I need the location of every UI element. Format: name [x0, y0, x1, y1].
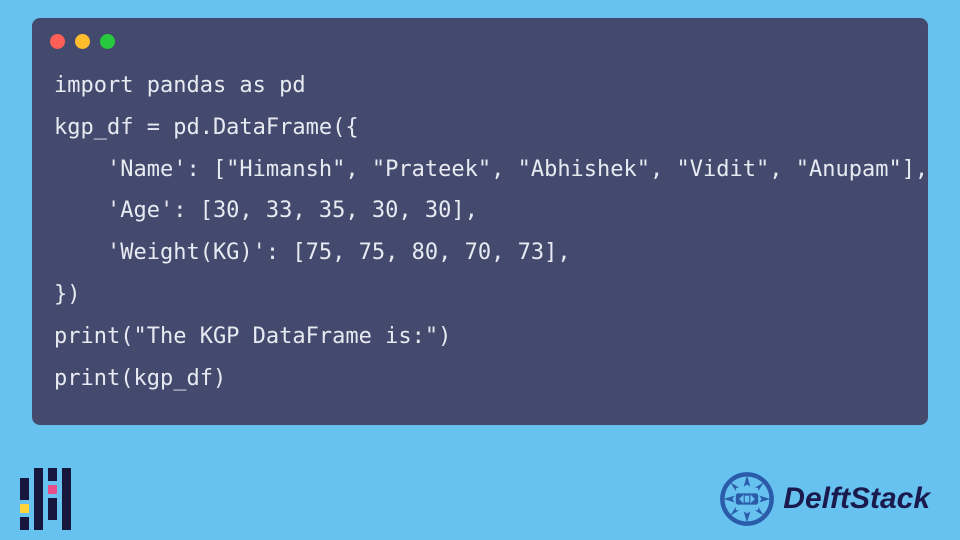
code-line: print(kgp_df)	[54, 358, 906, 400]
code-line: print("The KGP DataFrame is:")	[54, 316, 906, 358]
code-block: import pandas as pd kgp_df = pd.DataFram…	[32, 59, 928, 407]
code-line: kgp_df = pd.DataFrame({	[54, 107, 906, 149]
delftstack-logo-icon	[719, 471, 775, 527]
window-titlebar	[32, 18, 928, 59]
brand-name: DelftStack	[783, 482, 930, 516]
code-window: import pandas as pd kgp_df = pd.DataFram…	[32, 18, 928, 425]
footer: DelftStack	[0, 462, 960, 540]
code-line: import pandas as pd	[54, 65, 906, 107]
brand: DelftStack	[719, 471, 930, 527]
pandas-logo-icon	[16, 468, 72, 530]
code-line: })	[54, 274, 906, 316]
maximize-icon	[100, 34, 115, 49]
code-line: 'Name': ["Himansh", "Prateek", "Abhishek…	[54, 149, 906, 191]
minimize-icon	[75, 34, 90, 49]
close-icon	[50, 34, 65, 49]
code-line: 'Age': [30, 33, 35, 30, 30],	[54, 190, 906, 232]
code-line: 'Weight(KG)': [75, 75, 80, 70, 73],	[54, 232, 906, 274]
